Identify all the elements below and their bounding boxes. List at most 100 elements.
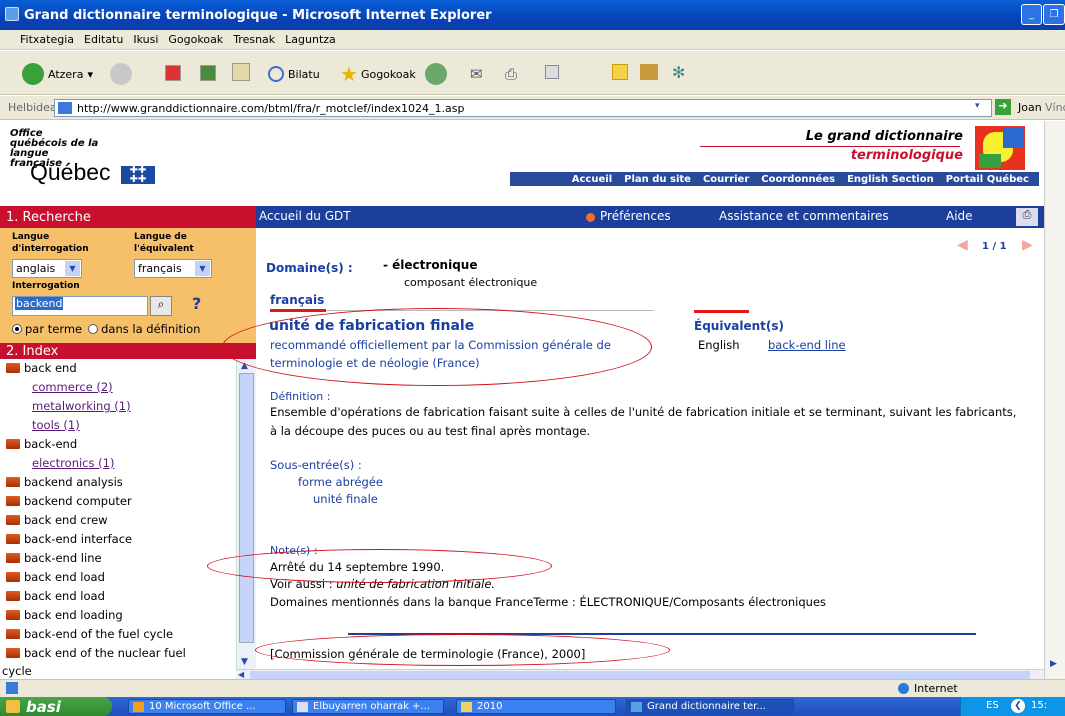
preferences-icon <box>586 213 595 222</box>
index-sublink[interactable]: tools (1) <box>32 418 80 432</box>
search-icon <box>268 66 284 82</box>
search-submit-icon[interactable]: ⌕ <box>150 296 172 316</box>
preferences-link[interactable]: Préférences <box>600 209 671 223</box>
messenger-icon[interactable]: ✻ <box>672 63 685 82</box>
print-icon[interactable]: ⎙ <box>1016 208 1038 226</box>
scroll-down-icon[interactable]: ▼ <box>241 657 248 667</box>
prev-arrow-icon[interactable]: ◀ <box>957 237 968 253</box>
pager: 1 / 1 <box>982 241 1007 252</box>
back-button[interactable]: Atzera ▾ <box>22 63 93 85</box>
edit-icon[interactable] <box>545 65 559 79</box>
quebec-logo: Québec ✚✚ ✚✚ <box>30 159 155 186</box>
index-item[interactable]: back end crew <box>6 513 108 527</box>
index-item[interactable]: back-end line <box>6 551 102 565</box>
forward-button[interactable] <box>110 63 132 85</box>
help-link[interactable]: Aide <box>946 209 973 223</box>
menu-file[interactable]: Fitxategia <box>20 33 74 46</box>
search-button[interactable]: Bilatu <box>268 63 320 85</box>
minimize-button[interactable]: _ <box>1021 4 1042 25</box>
links-label[interactable]: Vínculos <box>1045 101 1065 114</box>
nav-accueil[interactable]: Accueil <box>572 174 612 185</box>
horizontal-scroll-thumb[interactable] <box>250 671 1030 679</box>
fleurdelise-icon: ✚✚ ✚✚ <box>120 166 155 185</box>
search-panel: Langue d'interrogation Langue de l'équiv… <box>0 228 256 343</box>
research-icon[interactable] <box>640 64 658 80</box>
task-ie[interactable]: Grand dictionnaire ter... <box>626 699 794 714</box>
home-icon[interactable] <box>232 63 250 81</box>
nav-plan[interactable]: Plan du site <box>624 174 691 185</box>
task-notes[interactable]: Elbuyarren oharrak +... <box>292 699 444 714</box>
security-zone: Internet <box>914 682 958 695</box>
address-label: Helbidea <box>8 101 57 114</box>
window-title: Grand dictionnaire terminologique - Micr… <box>24 7 492 23</box>
clock: 15: <box>1031 700 1048 711</box>
nav-courrier[interactable]: Courrier <box>703 174 749 185</box>
radio-term[interactable] <box>12 324 22 334</box>
mail-icon[interactable]: ✉ <box>470 65 483 83</box>
definition-text: Ensemble d'opérations de fabrication fai… <box>270 405 1017 419</box>
menu-help[interactable]: Laguntza <box>285 33 336 46</box>
scroll-right-icon[interactable]: ▶ <box>1050 659 1057 669</box>
lang-equiv-select[interactable]: français ▼ <box>134 259 212 278</box>
next-arrow-icon[interactable]: ▶ <box>1022 237 1033 253</box>
domain-value: - électronique <box>383 258 478 272</box>
lang-query-select[interactable]: anglais ▼ <box>12 259 82 278</box>
task-folder[interactable]: 2010 <box>456 699 616 714</box>
index-sublink[interactable]: electronics (1) <box>32 456 114 470</box>
nav-english[interactable]: English Section <box>847 174 934 185</box>
print-icon[interactable]: ⎙ <box>505 65 517 83</box>
stop-icon[interactable] <box>165 65 181 81</box>
notes-icon[interactable] <box>612 64 628 80</box>
assistance-link[interactable]: Assistance et commentaires <box>719 209 889 223</box>
scroll-left-icon[interactable]: ◀ <box>238 670 244 679</box>
help-icon[interactable]: ? <box>192 294 201 313</box>
address-input[interactable]: http://www.granddictionnaire.com/btml/fr… <box>54 99 992 117</box>
window-scrollbar[interactable]: ▶ <box>1044 121 1065 679</box>
restore-button[interactable]: ❐ <box>1043 4 1065 25</box>
index-scroll-thumb[interactable] <box>239 373 254 643</box>
go-icon[interactable]: ➜ <box>995 99 1011 115</box>
menu-edit[interactable]: Editatu <box>84 33 123 46</box>
content-nav: Accueil du GDT Préférences Assistance et… <box>256 206 1044 228</box>
toolbar: Atzera ▾ Bilatu ★ Gogokoak ✉ ⎙ ✻ <box>0 51 1065 95</box>
folder-icon <box>6 553 20 563</box>
query-input[interactable]: backend <box>12 296 148 316</box>
go-button[interactable]: Joan <box>1018 101 1042 114</box>
index-item[interactable]: backend analysis <box>6 475 123 489</box>
index-scrollbar[interactable]: ▲ ▼ <box>236 359 256 671</box>
index-item[interactable]: back end loading <box>6 608 123 622</box>
nav-portail[interactable]: Portail Québec <box>946 174 1029 185</box>
start-button[interactable]: basi <box>0 697 112 716</box>
refresh-icon[interactable] <box>200 65 216 81</box>
index-item[interactable]: back end load <box>6 589 105 603</box>
annotation-ellipse <box>207 549 552 583</box>
index-item-continuation[interactable]: cycle <box>2 664 32 678</box>
tray-icon[interactable]: ❮ <box>1011 699 1025 713</box>
radio-definition[interactable] <box>88 324 99 334</box>
task-office[interactable]: 10 Microsoft Office ... <box>128 699 286 714</box>
index-item[interactable]: back-end <box>6 437 77 451</box>
index-item[interactable]: back end <box>6 361 77 375</box>
menu-view[interactable]: Ikusi <box>133 33 158 46</box>
menu-tools[interactable]: Tresnak <box>233 33 275 46</box>
index-item[interactable]: back-end interface <box>6 532 132 546</box>
nav-coordonnees[interactable]: Coordonnées <box>761 174 835 185</box>
index-sublink[interactable]: commerce (2) <box>32 380 113 394</box>
language-indicator[interactable]: ES <box>986 700 999 711</box>
office-icon <box>133 702 144 712</box>
menu-favorites[interactable]: Gogokoak <box>168 33 223 46</box>
home-link[interactable]: Accueil du GDT <box>259 209 351 223</box>
page-status-icon <box>6 682 18 694</box>
favorites-button[interactable]: ★ Gogokoak <box>340 62 416 86</box>
index-item[interactable]: backend computer <box>6 494 132 508</box>
index-item[interactable]: back-end of the fuel cycle <box>6 627 173 641</box>
history-icon[interactable] <box>425 63 447 85</box>
folder-icon <box>6 591 20 601</box>
index-item[interactable]: back end of the nuclear fuel <box>6 646 186 660</box>
address-dropdown-icon[interactable]: ▾ <box>975 101 980 111</box>
address-bar: Helbidea http://www.granddictionnaire.co… <box>0 96 1065 120</box>
query-label: Interrogation <box>12 281 80 291</box>
index-item[interactable]: back end load <box>6 570 105 584</box>
index-sublink[interactable]: metalworking (1) <box>32 399 131 413</box>
equivalent-link[interactable]: back-end line <box>768 338 846 352</box>
